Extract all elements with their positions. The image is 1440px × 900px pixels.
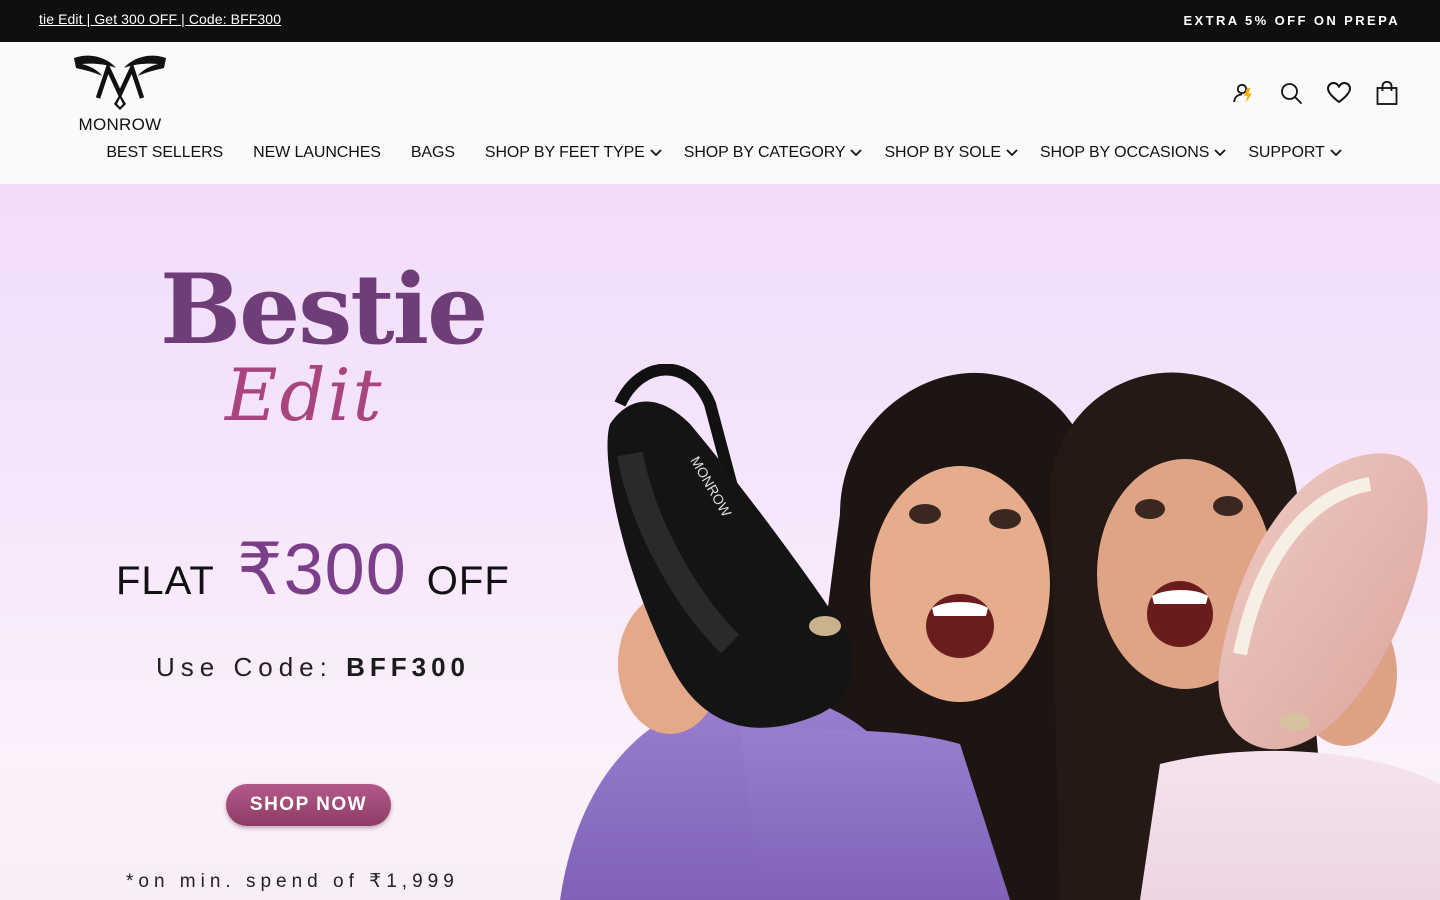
promo-code-line: Use Code: BFF300 (156, 652, 470, 683)
nav-shop-by-feet-type[interactable]: SHOP BY FEET TYPE (485, 142, 662, 164)
chevron-down-icon (650, 149, 662, 157)
search-icon[interactable] (1278, 80, 1304, 106)
brand-wordmark: MONROW (78, 115, 162, 134)
nav-best-sellers[interactable]: BEST SELLERS (106, 142, 223, 164)
chevron-down-icon (1214, 149, 1226, 157)
chevron-down-icon (1006, 149, 1018, 157)
hero-title: Bestie (160, 253, 488, 366)
chevron-down-icon (1330, 149, 1342, 157)
monrow-logo-icon (74, 55, 166, 110)
nav-new-launches[interactable]: NEW LAUNCHES (253, 142, 381, 164)
offer-suffix: OFF (426, 559, 510, 603)
nav-support[interactable]: SUPPORT (1248, 142, 1342, 164)
announcement-offer-text: EXTRA 5% OFF ON PREPA (1183, 13, 1400, 28)
site-header: MONROW BEST SELLERS NEW LAUNCHES BAGS SH… (0, 42, 1440, 184)
nav-label: BEST SELLERS (106, 144, 224, 161)
nav-label: SHOP BY OCCASIONS (1039, 144, 1210, 161)
hero-models-photo: MONROW (560, 364, 1440, 900)
nav-shop-by-occasions[interactable]: SHOP BY OCCASIONS (1040, 142, 1226, 164)
announcement-bar: tie Edit | Get 300 OFF | Code: BFF300 EX… (0, 0, 1440, 42)
offer-prefix: FLAT (116, 559, 215, 603)
min-spend-footnote: *on min. spend of ₹1,999 (126, 871, 459, 892)
hero-banner[interactable]: Bestie Edit FLAT ₹300 OFF Use Code: BFF3… (0, 184, 1440, 900)
nav-label: NEW LAUNCHES (253, 144, 381, 161)
nav-bags[interactable]: BAGS (411, 142, 455, 164)
shop-now-button[interactable]: SHOP NOW (226, 784, 391, 826)
announcement-link[interactable]: tie Edit | Get 300 OFF | Code: BFF300 (39, 11, 281, 27)
nav-label: SHOP BY FEET TYPE (484, 144, 645, 161)
offer-amount: ₹300 (236, 530, 407, 610)
nav-label: BAGS (410, 144, 455, 161)
brand-logo[interactable]: MONROW (72, 54, 168, 134)
promo-code-value: BFF300 (346, 652, 470, 682)
nav-label: SHOP BY SOLE (884, 144, 1001, 161)
nav-label: SHOP BY CATEGORY (683, 144, 846, 161)
promo-code-label: Use Code: (156, 652, 347, 682)
main-navigation: BEST SELLERS NEW LAUNCHES BAGS SHOP BY F… (0, 142, 1440, 164)
hero-offer: FLAT ₹300 OFF (116, 527, 510, 611)
chevron-down-icon (850, 149, 863, 157)
wishlist-heart-icon[interactable] (1326, 80, 1352, 106)
hero-script-subtitle: Edit (225, 353, 384, 437)
cart-bag-icon[interactable] (1374, 80, 1400, 106)
nav-shop-by-sole[interactable]: SHOP BY SOLE (884, 142, 1018, 164)
nav-label: SUPPORT (1248, 144, 1325, 161)
account-icon[interactable] (1230, 80, 1256, 106)
header-actions (1208, 80, 1400, 106)
nav-shop-by-category[interactable]: SHOP BY CATEGORY (684, 142, 863, 164)
